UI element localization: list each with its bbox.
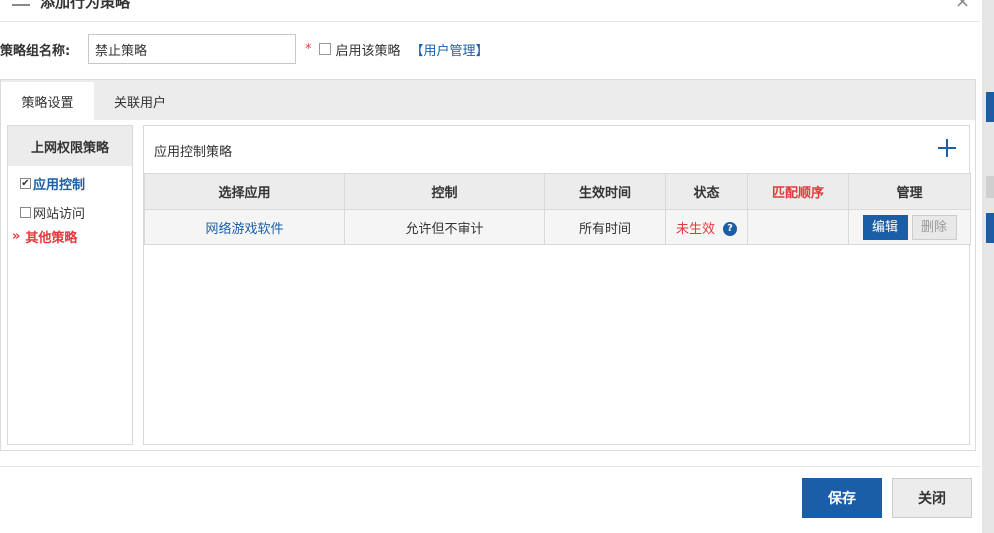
table-row: 网络游戏软件 允许但不审计 所有时间 未生效? 编辑 删除 <box>144 209 971 245</box>
policy-name-label: 策略组名称: <box>0 43 71 59</box>
col-effective-time: 生效时间 <box>544 173 666 210</box>
tab-body: 上网权限策略 ✔ 应用控制 网站访问 » 其他策略 应用控制策略 选择应用 控制… <box>1 120 975 450</box>
left-nav-item-other-policies[interactable]: » 其他策略 <box>12 227 77 246</box>
enable-policy-checkbox[interactable] <box>318 43 331 55</box>
app-control-label[interactable]: 应用控制 <box>33 174 85 193</box>
save-button[interactable]: 保存 <box>802 478 882 518</box>
double-chevron-right-icon: » <box>12 229 20 244</box>
left-nav-item-website-access[interactable]: 网站访问 <box>20 203 85 222</box>
tab-strip: 策略设置 关联用户 <box>1 80 975 120</box>
website-access-checkbox[interactable] <box>20 207 31 218</box>
policy-name-input[interactable] <box>88 34 296 64</box>
menu-icon <box>12 0 30 10</box>
panel-title: 应用控制策略 <box>154 145 233 160</box>
status-text: 未生效 <box>675 221 715 237</box>
left-nav-item-app-control[interactable]: ✔ 应用控制 <box>20 174 85 193</box>
cell-match-order <box>747 209 849 245</box>
app-control-checkbox[interactable]: ✔ <box>20 178 31 189</box>
website-access-label[interactable]: 网站访问 <box>33 203 85 222</box>
background-tag <box>986 213 994 243</box>
dialog-title: 添加行为策略 <box>40 0 131 11</box>
add-icon[interactable] <box>936 137 958 159</box>
close-button[interactable]: 关闭 <box>892 478 972 518</box>
tab-container: 策略设置 关联用户 上网权限策略 ✔ 应用控制 网站访问 » 其他策略 应用控制… <box>0 79 976 451</box>
col-status: 状态 <box>665 173 748 210</box>
background-tag <box>986 92 994 122</box>
cell-app: 网络游戏软件 <box>144 209 345 245</box>
delete-button[interactable]: 删除 <box>911 214 957 240</box>
policy-name-row: 策略组名称: * 启用该策略 【用户管理】 <box>0 34 489 64</box>
dialog-title-bar: 添加行为策略 × <box>0 0 980 22</box>
tab-policy-settings[interactable]: 策略设置 <box>1 82 94 120</box>
enable-policy-label[interactable]: 启用该策略 <box>336 40 401 59</box>
app-link[interactable]: 网络游戏软件 <box>205 222 283 237</box>
tab-linked-users[interactable]: 关联用户 <box>94 82 186 120</box>
user-management-link[interactable]: 【用户管理】 <box>411 40 489 59</box>
left-nav-panel: 上网权限策略 ✔ 应用控制 网站访问 » 其他策略 <box>7 125 133 445</box>
dialog-footer: 保存 关闭 <box>0 466 980 533</box>
col-match-order[interactable]: 匹配顺序 <box>747 173 849 210</box>
background-tag <box>986 176 994 198</box>
cell-time: 所有时间 <box>544 209 666 245</box>
table-header-row: 选择应用 控制 生效时间 状态 匹配顺序 管理 <box>144 173 971 210</box>
col-control: 控制 <box>344 173 545 210</box>
col-manage: 管理 <box>848 173 971 210</box>
cell-manage: 编辑 删除 <box>848 209 971 245</box>
policy-table: 选择应用 控制 生效时间 状态 匹配顺序 管理 网络游戏软件 允许但不审计 所有… <box>144 173 971 245</box>
other-policies-label[interactable]: 其他策略 <box>25 227 77 246</box>
edit-button[interactable]: 编辑 <box>862 214 908 240</box>
help-icon[interactable]: ? <box>723 222 737 236</box>
background-page-edge <box>982 0 994 533</box>
close-icon[interactable]: × <box>955 0 970 12</box>
required-mark: * <box>305 41 312 57</box>
cell-control: 允许但不审计 <box>344 209 545 245</box>
col-select-app: 选择应用 <box>144 173 345 210</box>
left-nav-header: 上网权限策略 <box>8 126 132 166</box>
cell-status: 未生效? <box>665 209 748 245</box>
app-control-panel: 应用控制策略 选择应用 控制 生效时间 状态 匹配顺序 管理 网络游戏软件 允许… <box>143 125 971 445</box>
